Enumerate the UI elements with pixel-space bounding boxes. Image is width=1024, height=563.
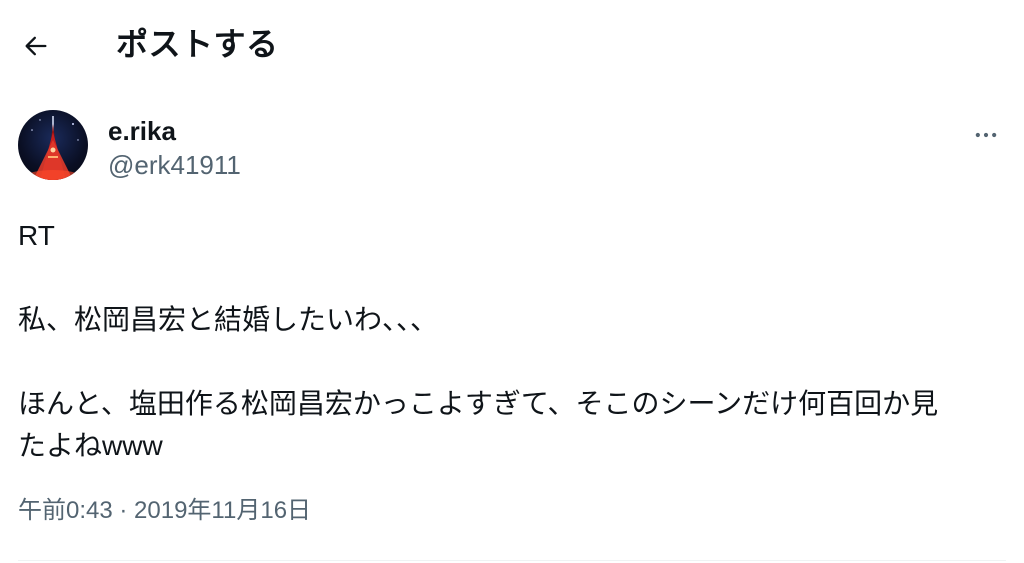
divider xyxy=(18,560,1006,561)
top-app-bar: ポストする xyxy=(0,0,1024,90)
post-timestamp[interactable]: 午前0:43 · 2019年11月16日 xyxy=(18,495,311,527)
post-text-line: RT xyxy=(18,220,55,251)
post-text-line: ほんと、塩田作る松岡昌宏かっこよすぎて、そこのシーンだけ何百回か見 xyxy=(18,388,939,419)
author-handle[interactable]: @erk41911 xyxy=(108,149,241,181)
more-options-button[interactable] xyxy=(966,115,1006,155)
post-text-line xyxy=(18,341,1008,383)
post-text-line: たよねwww xyxy=(18,430,163,461)
avatar[interactable] xyxy=(18,110,88,180)
arrow-left-icon xyxy=(25,36,47,56)
post-text-line xyxy=(18,257,1008,299)
page-title: ポストする xyxy=(116,26,279,62)
author-name[interactable]: e.rika xyxy=(108,115,176,147)
back-button[interactable] xyxy=(14,24,58,68)
avatar-image xyxy=(27,116,79,180)
more-horizontal-icon xyxy=(975,132,997,138)
post-text-line: 私、松岡昌宏と結婚したいわ、、、 xyxy=(18,304,439,335)
post-text: RT 私、松岡昌宏と結婚したいわ、、、 ほんと、塩田作る松岡昌宏かっこよすぎて、… xyxy=(18,215,1008,467)
